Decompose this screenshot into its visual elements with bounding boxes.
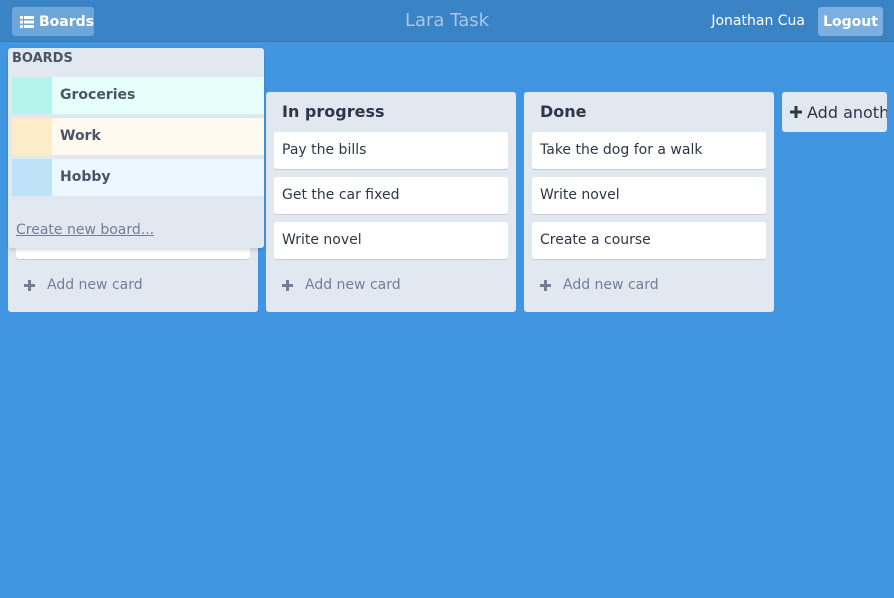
user-name: Jonathan Cua xyxy=(711,13,805,29)
list-done: Done Take the dog for a walk Write novel… xyxy=(524,92,774,312)
add-list-button[interactable]: Add another list xyxy=(782,92,887,132)
add-list-label: Add another list xyxy=(807,102,887,122)
add-card-label: Add new card xyxy=(563,277,659,293)
add-card-button[interactable]: Add new card xyxy=(24,275,143,295)
card[interactable] xyxy=(16,248,250,259)
add-card-label: Add new card xyxy=(47,277,143,293)
board-item-label: Groceries xyxy=(60,87,136,103)
create-board-link[interactable]: Create new board... xyxy=(16,222,154,238)
dropdown-heading: BOARDS xyxy=(12,51,73,66)
card[interactable]: Create a course xyxy=(532,222,766,259)
list-title[interactable]: In progress xyxy=(282,102,385,121)
plus-icon xyxy=(24,279,35,291)
plus-icon xyxy=(282,279,293,291)
plus-icon xyxy=(790,106,802,118)
list-title[interactable]: Done xyxy=(540,102,587,121)
top-navbar: Boards Lara Task Jonathan Cua Logout xyxy=(0,0,894,42)
boards-button-label: Boards xyxy=(39,13,94,30)
card[interactable]: Write novel xyxy=(532,177,766,214)
boards-dropdown: BOARDS Groceries Work Hobby Create new b… xyxy=(8,48,264,248)
card[interactable]: Take the dog for a walk xyxy=(532,132,766,169)
board-item-hobby[interactable]: Hobby xyxy=(12,159,264,196)
list-icon xyxy=(20,15,34,28)
card[interactable]: Write novel xyxy=(274,222,508,259)
board-color-swatch xyxy=(12,159,52,196)
card[interactable]: Pay the bills xyxy=(274,132,508,169)
card[interactable]: Get the car fixed xyxy=(274,177,508,214)
boards-menu-button[interactable]: Boards xyxy=(12,7,94,36)
board-item-work[interactable]: Work xyxy=(12,118,264,155)
board-item-label: Work xyxy=(60,128,101,144)
logout-button[interactable]: Logout xyxy=(818,7,883,36)
add-card-button[interactable]: Add new card xyxy=(540,275,659,295)
list-in-progress: In progress Pay the bills Get the car fi… xyxy=(266,92,516,312)
board-item-label: Hobby xyxy=(60,169,111,185)
add-card-label: Add new card xyxy=(305,277,401,293)
add-card-button[interactable]: Add new card xyxy=(282,275,401,295)
board-item-groceries[interactable]: Groceries xyxy=(12,77,264,114)
board-color-swatch xyxy=(12,118,52,155)
plus-icon xyxy=(540,279,551,291)
board-color-swatch xyxy=(12,77,52,114)
